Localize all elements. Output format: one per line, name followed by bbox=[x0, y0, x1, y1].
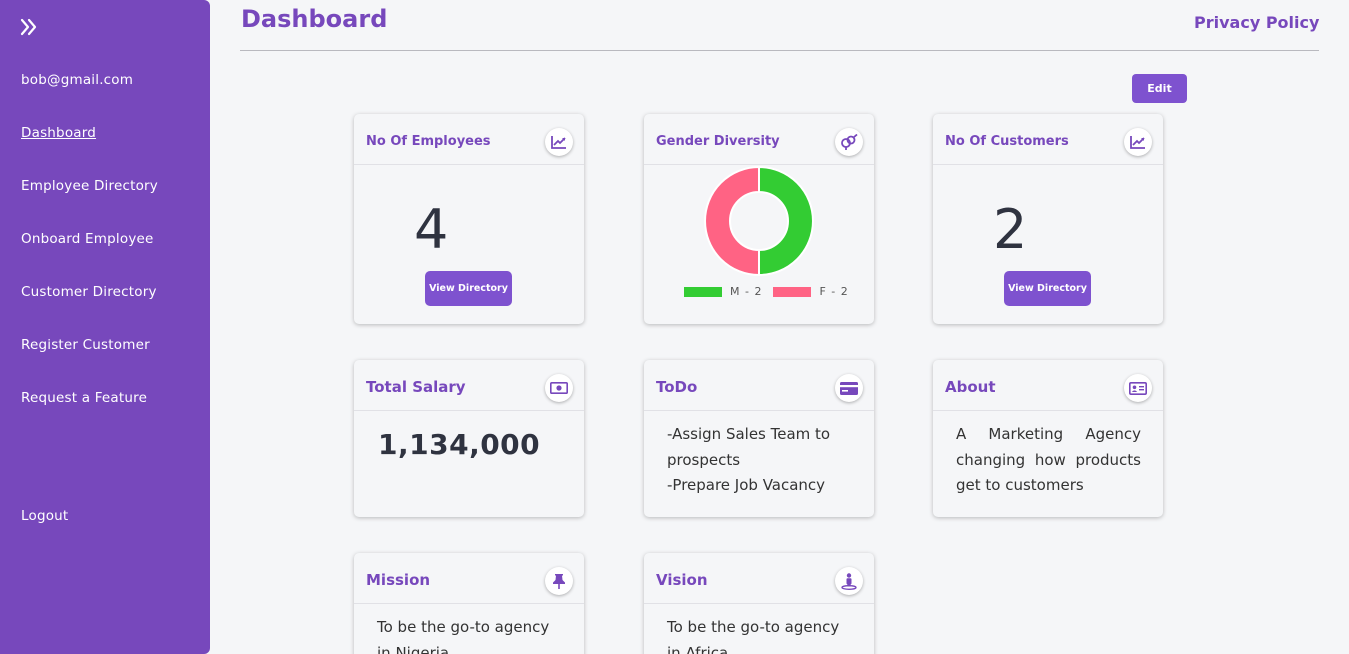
gender-legend: M - 2 F - 2 bbox=[684, 285, 849, 298]
todo-item: -Prepare Job Vacancy bbox=[667, 476, 826, 494]
street-view-icon bbox=[835, 567, 863, 595]
legend-label-female: F - 2 bbox=[819, 285, 849, 298]
card-title: Mission bbox=[366, 571, 431, 589]
todo-card: ToDo -Assign Sales Team to prospects -Pr… bbox=[644, 360, 874, 517]
card-title: Total Salary bbox=[366, 378, 466, 396]
privacy-policy-link[interactable]: Privacy Policy bbox=[1194, 13, 1319, 32]
credit-card-icon bbox=[835, 374, 863, 402]
user-email: bob@gmail.com bbox=[21, 72, 134, 88]
sidebar-item-dashboard[interactable]: Dashboard bbox=[21, 125, 96, 141]
card-title: Gender Diversity bbox=[656, 134, 780, 149]
todo-item: -Assign Sales Team to prospects bbox=[667, 425, 831, 469]
card-title: No Of Customers bbox=[945, 134, 1069, 149]
venus-mars-icon bbox=[835, 128, 863, 156]
card-title: ToDo bbox=[656, 378, 698, 396]
legend-swatch-male bbox=[684, 286, 722, 297]
card-header: No Of Employees bbox=[354, 114, 584, 165]
customers-card: No Of Customers 2 View Directory bbox=[933, 114, 1163, 324]
id-card-icon bbox=[1124, 374, 1152, 402]
header-divider bbox=[240, 50, 1319, 51]
card-title: About bbox=[945, 378, 996, 396]
double-chevron-right-icon[interactable] bbox=[19, 17, 39, 37]
vision-card: Vision To be the go-to agency in Africa bbox=[644, 553, 874, 654]
card-title: Vision bbox=[656, 571, 708, 589]
logout-link[interactable]: Logout bbox=[21, 508, 68, 524]
sidebar-item-request-feature[interactable]: Request a Feature bbox=[21, 390, 147, 406]
sidebar-item-customer-directory[interactable]: Customer Directory bbox=[21, 284, 157, 300]
sidebar-item-register-customer[interactable]: Register Customer bbox=[21, 337, 150, 353]
mission-text: To be the go-to agency in Nigeria bbox=[377, 618, 550, 654]
card-header: Total Salary bbox=[354, 360, 584, 411]
donut-slice-female[interactable] bbox=[704, 166, 760, 276]
gender-diversity-card: Gender Diversity M - 2 F - 2 bbox=[644, 114, 874, 324]
view-customer-directory-button[interactable]: View Directory bbox=[1004, 271, 1091, 306]
employees-card: No Of Employees 4 View Directory bbox=[354, 114, 584, 324]
mission-card: Mission To be the go-to agency in Nigeri… bbox=[354, 553, 584, 654]
legend-swatch-female bbox=[773, 286, 812, 297]
sidebar-item-employee-directory[interactable]: Employee Directory bbox=[21, 178, 158, 194]
view-employee-directory-button[interactable]: View Directory bbox=[425, 271, 512, 306]
edit-button[interactable]: Edit bbox=[1132, 74, 1187, 103]
todo-list: -Assign Sales Team to prospects -Prepare… bbox=[667, 422, 852, 499]
card-header: ToDo bbox=[644, 360, 874, 411]
vision-text: To be the go-to agency in Africa bbox=[667, 618, 840, 654]
money-bill-icon bbox=[545, 374, 573, 402]
employee-count: 4 bbox=[414, 198, 449, 261]
card-title: No Of Employees bbox=[366, 134, 491, 149]
total-salary-value: 1,134,000 bbox=[378, 428, 541, 461]
donut-slice-male[interactable] bbox=[758, 166, 814, 276]
card-header: Gender Diversity bbox=[644, 114, 874, 165]
card-header: Mission bbox=[354, 553, 584, 604]
card-header: Vision bbox=[644, 553, 874, 604]
legend-label-male: M - 2 bbox=[730, 285, 763, 298]
thumbtack-icon bbox=[545, 567, 573, 595]
gender-donut-chart bbox=[704, 166, 814, 276]
salary-card: Total Salary 1,134,000 bbox=[354, 360, 584, 517]
customer-count: 2 bbox=[993, 198, 1028, 261]
chart-line-icon bbox=[545, 128, 573, 156]
card-header: About bbox=[933, 360, 1163, 411]
about-text: A Marketing Agency changing how products… bbox=[956, 425, 1141, 494]
sidebar: bob@gmail.com Dashboard Employee Directo… bbox=[0, 0, 210, 654]
page-title: Dashboard bbox=[241, 5, 388, 33]
sidebar-item-onboard-employee[interactable]: Onboard Employee bbox=[21, 231, 154, 247]
chart-line-icon bbox=[1124, 128, 1152, 156]
card-header: No Of Customers bbox=[933, 114, 1163, 165]
about-card: About A Marketing Agency changing how pr… bbox=[933, 360, 1163, 517]
